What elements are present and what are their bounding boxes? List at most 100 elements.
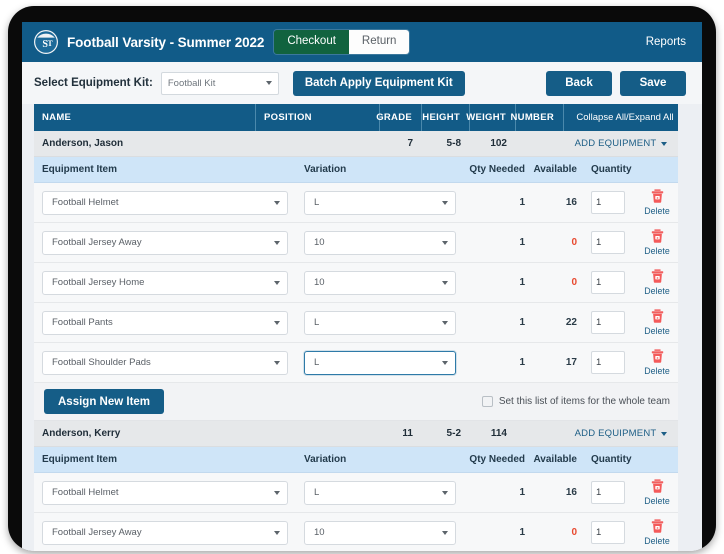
equipment-row: Football Helmet L 1 16 x Delete — [34, 473, 678, 513]
column-header-grade: GRADE — [376, 104, 422, 131]
trash-icon: x — [651, 479, 664, 496]
column-header-qty-needed: Qty Needed — [469, 164, 525, 175]
delete-row-button[interactable]: x Delete — [636, 189, 678, 216]
chevron-down-icon — [274, 530, 280, 535]
equipment-row: Football Jersey Home1010xDelete — [34, 263, 678, 303]
variation-cell: L — [296, 350, 464, 375]
page-gutter — [678, 104, 702, 551]
player-block: Anderson, Kerry 11 5-2 114 ADD EQUIPMENT Equi… — [34, 421, 678, 551]
set-whole-team-label: Set this list of items for the whole tea… — [498, 396, 670, 407]
chevron-down-icon — [442, 240, 448, 245]
available-value: 22 — [565, 317, 577, 328]
quantity-input[interactable] — [591, 191, 625, 214]
quantity-input[interactable] — [591, 351, 625, 374]
variation-select[interactable]: L — [304, 190, 456, 215]
qty-needed-value: 1 — [519, 487, 525, 498]
equipment-item-select[interactable]: Football Helmet — [42, 190, 288, 215]
delete-label: Delete — [644, 326, 670, 337]
save-button[interactable]: Save — [620, 70, 686, 96]
equipment-item-cell: Football Shoulder Pads — [34, 350, 296, 375]
equipment-item-select[interactable]: Football Jersey Home — [42, 270, 288, 295]
delete-label: Delete — [644, 206, 670, 217]
delete-row-button[interactable]: x Delete — [636, 269, 678, 296]
set-whole-team-checkbox[interactable] — [481, 396, 493, 407]
return-tab[interactable]: Return — [348, 30, 410, 54]
variation-select[interactable]: L — [304, 350, 456, 375]
quantity-input[interactable] — [591, 231, 625, 254]
variation-value: L — [314, 487, 320, 498]
variation-select[interactable]: 10 — [304, 520, 456, 545]
qty-needed-value: 1 — [519, 527, 525, 538]
collapse-all-expand-all-link[interactable]: Collapse All/Expand All — [564, 104, 678, 131]
page-title: Football Varsity - Summer 2022 — [67, 34, 265, 50]
svg-text:x: x — [656, 356, 658, 360]
add-equipment-label: ADD EQUIPMENT — [574, 138, 657, 149]
quantity-input[interactable] — [591, 481, 625, 504]
delete-row-button[interactable]: x Delete — [636, 519, 678, 546]
variation-select[interactable]: 10 — [304, 270, 456, 295]
reports-link[interactable]: Reports — [646, 36, 686, 48]
chevron-down-icon — [442, 280, 448, 285]
player-name: Anderson, Jason — [42, 138, 124, 149]
delete-row-button[interactable]: x Delete — [636, 479, 678, 506]
quantity-input[interactable] — [591, 271, 625, 294]
kit-select-label: Select Equipment Kit: — [34, 77, 153, 89]
equipment-item-value: Football Jersey Away — [52, 237, 142, 248]
quantity-cell — [584, 521, 636, 544]
chevron-down-icon — [274, 360, 280, 365]
equipment-item-cell: Football Pants — [34, 310, 296, 335]
column-header-available: Available — [533, 164, 577, 175]
equipment-item-select[interactable]: Football Pants — [42, 310, 288, 335]
mode-toggle: Checkout Return — [274, 30, 410, 54]
variation-select[interactable]: L — [304, 310, 456, 335]
device-bezel: S T Football Varsity - Summer 2022 Check… — [8, 6, 716, 551]
add-equipment-button[interactable]: ADD EQUIPMENT — [564, 138, 678, 149]
variation-select[interactable]: L — [304, 480, 456, 505]
player-summary-row[interactable]: Anderson, Jason 7 5-8 102 ADD EQUIPMENT — [34, 131, 678, 157]
column-header-qty-needed: Qty Needed — [469, 454, 525, 465]
trash-icon: x — [651, 349, 664, 366]
quantity-cell — [584, 481, 636, 504]
equipment-row: Football Helmet L 1 16 x Delete — [34, 183, 678, 223]
available-value: 16 — [565, 197, 577, 208]
set-whole-team-control[interactable]: Set this list of items for the whole tea… — [481, 396, 670, 407]
quantity-cell — [584, 351, 636, 374]
chevron-down-icon — [274, 200, 280, 205]
column-header-number: NUMBER — [511, 104, 564, 131]
chevron-down-icon — [274, 240, 280, 245]
quantity-input[interactable] — [591, 311, 625, 334]
chevron-down-icon — [274, 320, 280, 325]
variation-cell: L — [296, 310, 464, 335]
chevron-down-icon — [442, 200, 448, 205]
assign-new-item-button[interactable]: Assign New Item — [44, 389, 165, 414]
equipment-row: Football Jersey Away1010xDelete — [34, 513, 678, 551]
equipment-item-select[interactable]: Football Helmet — [42, 480, 288, 505]
quantity-input[interactable] — [591, 521, 625, 544]
equipment-table-header: Equipment Item Variation Qty Needed Availab… — [34, 157, 678, 183]
delete-row-button[interactable]: x Delete — [636, 229, 678, 256]
delete-row-button[interactable]: x Delete — [636, 349, 678, 376]
delete-label: Delete — [644, 536, 670, 547]
toolbar: Select Equipment Kit: Football Kit Batch… — [22, 62, 702, 104]
player-height: 5-8 — [446, 138, 461, 149]
equipment-item-value: Football Pants — [52, 317, 113, 328]
player-summary-row[interactable]: Anderson, Kerry 11 5-2 114 ADD EQUIPMENT — [34, 421, 678, 447]
add-equipment-button[interactable]: ADD EQUIPMENT — [564, 428, 678, 439]
back-button[interactable]: Back — [546, 70, 612, 96]
equipment-item-select[interactable]: Football Shoulder Pads — [42, 350, 288, 375]
st-circle-logo-icon: S T — [34, 30, 58, 54]
page-body[interactable]: NAME POSITION GRADE HEIGHT WEIGHT NUMBER… — [22, 104, 702, 551]
equipment-item-select[interactable]: Football Jersey Away — [42, 230, 288, 255]
column-header-available: Available — [533, 454, 577, 465]
variation-cell: 10 — [296, 230, 464, 255]
delete-row-button[interactable]: x Delete — [636, 309, 678, 336]
checkout-tab[interactable]: Checkout — [274, 30, 349, 54]
player-grade: 7 — [407, 138, 413, 149]
assign-row: Assign New Item Set this list of items fo… — [34, 383, 678, 421]
players-container: Anderson, Jason 7 5-8 102 ADD EQUIPMENT Equip… — [34, 131, 678, 551]
variation-select[interactable]: 10 — [304, 230, 456, 255]
batch-apply-equipment-kit-button[interactable]: Batch Apply Equipment Kit — [292, 70, 465, 96]
equipment-kit-select[interactable]: Football Kit — [160, 71, 279, 95]
equipment-item-select[interactable]: Football Jersey Away — [42, 520, 288, 545]
quantity-cell — [584, 311, 636, 334]
